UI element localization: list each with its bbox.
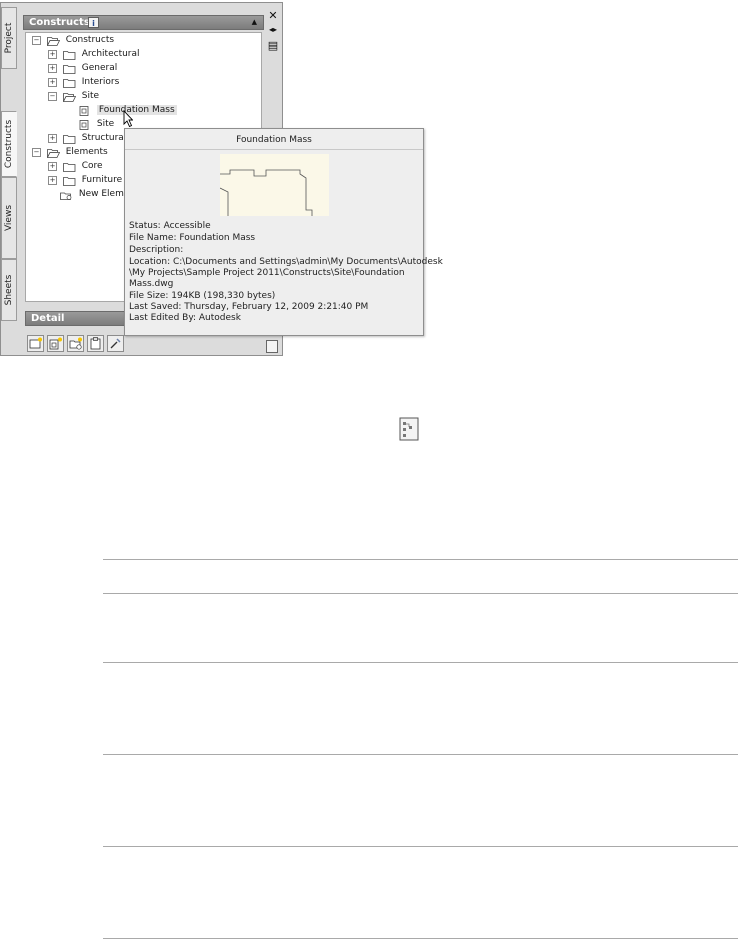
tools-icon <box>110 338 121 349</box>
section-title: Constructs <box>29 17 90 28</box>
construct-file-icon <box>79 119 89 130</box>
tooltip-file-name: File Name: Foundation Mass <box>129 233 256 243</box>
tree-node-site-folder[interactable]: − Site <box>48 90 99 103</box>
folder-icon <box>62 134 76 144</box>
tree-node-site-file[interactable]: Site <box>78 118 114 131</box>
tree-node-new-element[interactable]: New Eleme <box>60 188 129 201</box>
tooltip-divider <box>125 149 423 150</box>
tree-node-label: General <box>81 63 118 73</box>
tree-node-label: Structural <box>81 133 127 143</box>
folder-open-icon <box>46 36 60 46</box>
tooltip-location: Location: C:\Documents and Settings\admi… <box>129 257 443 267</box>
tab-constructs[interactable]: Constructs <box>1 111 17 177</box>
folder-icon <box>62 64 76 74</box>
collapse-toggle-icon[interactable]: − <box>32 148 41 157</box>
expand-toggle-icon[interactable]: + <box>48 64 57 73</box>
tree-node-label: New Eleme <box>78 189 130 199</box>
tab-views-label: Views <box>4 204 14 232</box>
tree-node-constructs[interactable]: − Constructs <box>32 34 114 47</box>
expand-toggle-icon[interactable]: + <box>48 50 57 59</box>
new-construct-icon <box>29 337 42 349</box>
table-rule <box>103 662 738 663</box>
folder-open-icon <box>62 92 76 102</box>
tooltip-description: Description: <box>129 245 184 255</box>
tools-button[interactable] <box>107 335 124 352</box>
tree-node-label: Core <box>81 161 103 171</box>
palette-menu-icon[interactable] <box>266 340 278 353</box>
paste-button[interactable] <box>87 335 104 352</box>
tooltip-status: Status: Accessible <box>129 221 211 231</box>
close-icon[interactable]: ✕ <box>265 9 281 22</box>
tree-node-label: Site <box>96 119 115 129</box>
table-rule <box>103 938 738 939</box>
new-construct-button[interactable] <box>27 335 44 352</box>
table-rule <box>103 754 738 755</box>
folder-open-icon <box>46 148 60 158</box>
properties-icon[interactable]: ▤ <box>265 39 281 52</box>
tree-node-structural[interactable]: + Structural <box>48 132 126 145</box>
table-rule <box>103 846 738 847</box>
tab-sheets-label: Sheets <box>4 274 14 306</box>
autohide-icon[interactable]: ◂▸ <box>265 25 281 34</box>
expand-toggle-icon[interactable]: + <box>48 78 57 87</box>
expand-toggle-icon[interactable]: + <box>48 134 57 143</box>
construct-tooltip: Foundation Mass Status: Accessible File … <box>124 128 443 336</box>
tree-node-label: Foundation Mass <box>96 105 177 115</box>
collapse-toggle-icon[interactable]: − <box>32 36 41 45</box>
tree-node-architectural[interactable]: + Architectural <box>48 48 140 61</box>
construct-preview-image <box>219 154 329 216</box>
tree-node-label: Furniture <box>81 175 123 185</box>
new-element-icon <box>60 192 72 200</box>
new-category-button[interactable] <box>67 335 84 352</box>
table-rule <box>103 593 738 594</box>
info-icon[interactable]: i <box>88 17 99 28</box>
project-browser-icon <box>399 417 419 441</box>
tree-node-core[interactable]: + Core <box>48 160 103 173</box>
collapse-arrow-icon[interactable]: ▲ <box>252 18 257 26</box>
tooltip-file-size: File Size: 194KB (198,330 bytes) <box>129 291 276 301</box>
new-element-button[interactable] <box>47 335 64 352</box>
tab-views[interactable]: Views <box>1 177 17 259</box>
folder-icon <box>62 176 76 186</box>
tooltip-location-cont: Mass.dwg <box>129 279 174 289</box>
paste-icon <box>90 337 101 350</box>
tree-node-label: Constructs <box>65 35 115 45</box>
detail-title: Detail <box>31 313 65 324</box>
tooltip-last-edited: Last Edited By: Autodesk <box>129 313 241 323</box>
mouse-cursor-icon <box>123 110 133 128</box>
tab-constructs-label: Constructs <box>4 119 14 169</box>
expand-toggle-icon[interactable]: + <box>48 162 57 171</box>
tree-node-elements[interactable]: − Elements <box>32 146 108 159</box>
tab-project[interactable]: Project <box>1 7 17 69</box>
new-element-icon <box>49 337 62 350</box>
tab-sheets[interactable]: Sheets <box>1 259 17 321</box>
expand-toggle-icon[interactable]: + <box>48 176 57 185</box>
tooltip-title: Foundation Mass <box>236 135 312 145</box>
tree-node-label: Architectural <box>81 49 140 59</box>
tree-node-furniture[interactable]: + Furniture <box>48 174 122 187</box>
construct-file-icon <box>79 105 89 116</box>
tree-node-label: Interiors <box>81 77 120 87</box>
folder-icon <box>62 78 76 88</box>
tooltip-location-cont: \My Projects\Sample Project 2011\Constru… <box>129 268 405 278</box>
folder-icon <box>62 50 76 60</box>
tree-node-label: Site <box>81 91 100 101</box>
folder-icon <box>62 162 76 172</box>
tooltip-last-saved: Last Saved: Thursday, February 12, 2009 … <box>129 302 369 312</box>
collapse-toggle-icon[interactable]: − <box>48 92 57 101</box>
tab-project-label: Project <box>4 22 14 54</box>
constructs-section-header[interactable]: Constructs i ▲ <box>23 15 264 30</box>
floor-plan-preview <box>219 169 313 216</box>
new-category-icon <box>69 337 82 350</box>
table-rule <box>103 559 738 560</box>
tree-node-label: Elements <box>65 147 108 157</box>
tree-node-interiors[interactable]: + Interiors <box>48 76 119 89</box>
tree-node-general[interactable]: + General <box>48 62 117 75</box>
